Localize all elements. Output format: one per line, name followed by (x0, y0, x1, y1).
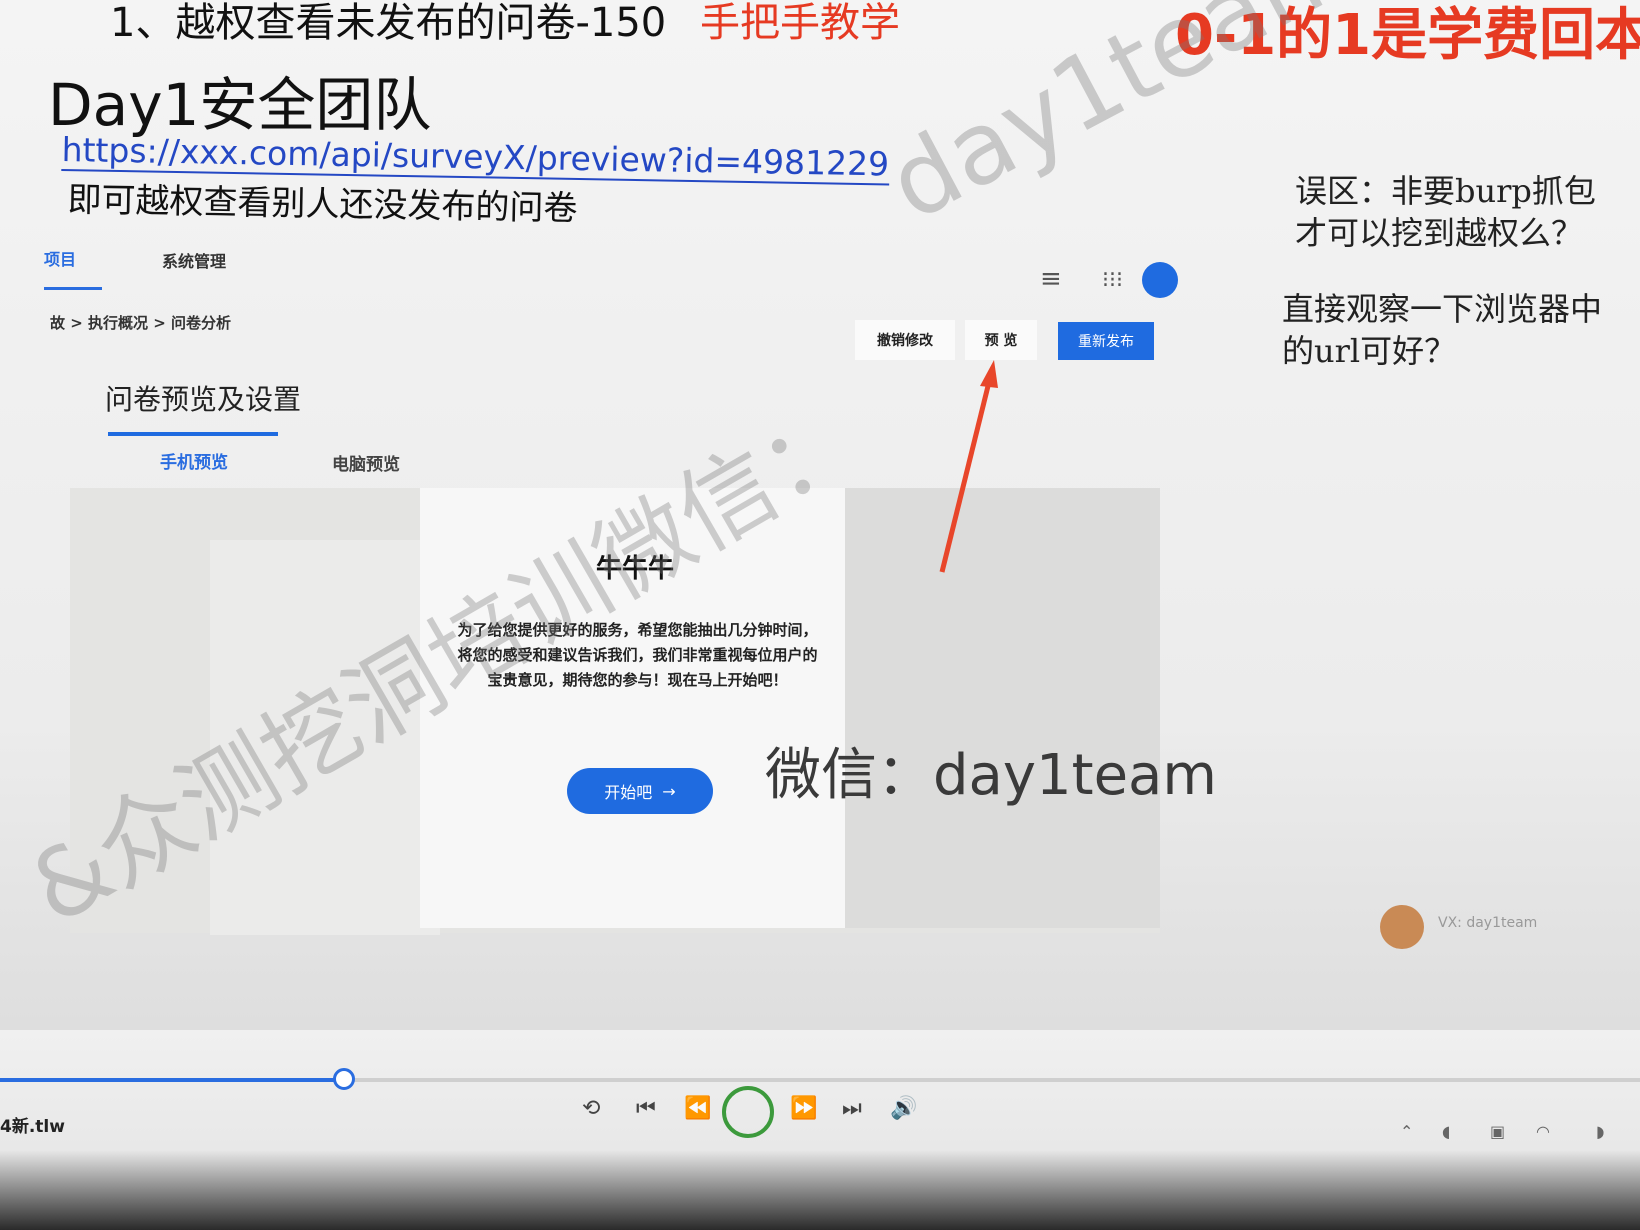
tray-chevron-icon[interactable]: ⌃ (1400, 1122, 1413, 1141)
fast-forward-icon[interactable]: ⏩ (790, 1096, 817, 1121)
media-player-bar (0, 1030, 1640, 1230)
screen: 1、越权查看未发布的问卷-150 手把手教学 0-1的1是学费回本的 Day1安… (0, 0, 1640, 1030)
progress-thumb[interactable] (333, 1068, 355, 1090)
volume-icon[interactable]: 🔊 (890, 1096, 917, 1121)
tray-volume-icon[interactable]: ◗ (1596, 1122, 1604, 1141)
media-filename: 4新.tlw (0, 1117, 65, 1137)
tray-network-icon[interactable]: ◠ (1536, 1122, 1550, 1141)
progress-fill (0, 1078, 344, 1082)
play-pause-button[interactable] (722, 1086, 774, 1138)
previous-icon[interactable]: ⏮ (636, 1096, 656, 1121)
loop-icon[interactable]: ⟲ (582, 1096, 600, 1121)
rewind-icon[interactable]: ⏪ (684, 1096, 711, 1121)
annotation-arrow (939, 360, 998, 573)
tray-speaker-icon[interactable]: ◖ (1442, 1122, 1450, 1141)
tray-app-icon[interactable]: ▣ (1490, 1122, 1505, 1141)
next-icon[interactable]: ⏭ (842, 1096, 862, 1121)
